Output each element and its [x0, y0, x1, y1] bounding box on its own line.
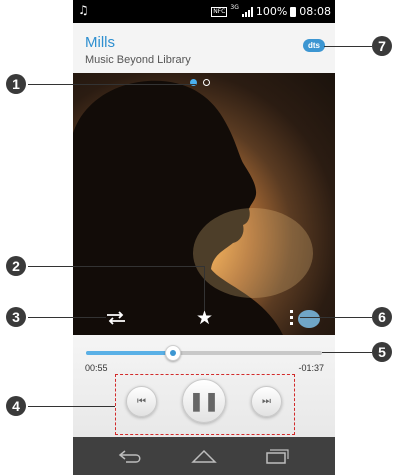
callout-leader-2: [28, 266, 204, 267]
playback-controls: 00:55 -01:37 ⏮ ❚❚ ⏭: [73, 335, 335, 437]
callout-leader-2-vertical: [204, 266, 205, 310]
progress-thumb[interactable]: [165, 345, 182, 361]
nfc-icon: NFC: [211, 6, 228, 17]
music-notification-icon: ♫: [78, 3, 89, 17]
pause-icon: ❚❚: [188, 390, 220, 411]
callout-7: 7: [372, 36, 392, 56]
music-player-screen: ♫ NFC 3G 100% 08:08 Mills Music Beyond L…: [73, 0, 335, 475]
callout-4: 4: [6, 396, 26, 416]
callout-2: 2: [6, 256, 26, 276]
album-name: Music Beyond Library: [85, 54, 191, 66]
favorite-star-icon[interactable]: ★: [196, 309, 213, 328]
progress-track[interactable]: [86, 351, 322, 355]
previous-icon: ⏮: [137, 396, 146, 407]
signal-icon: [241, 6, 253, 17]
previous-button[interactable]: ⏮: [126, 386, 157, 417]
status-bar: ♫ NFC 3G 100% 08:08: [73, 0, 335, 23]
dts-icon[interactable]: dts: [303, 39, 325, 52]
callout-6: 6: [372, 307, 392, 327]
equalizer-icon[interactable]: [298, 310, 320, 328]
remaining-time: -01:37: [298, 363, 324, 373]
recent-apps-icon[interactable]: [261, 447, 291, 465]
battery-icon: [290, 6, 297, 17]
next-icon: ⏭: [262, 396, 271, 407]
elapsed-time: 00:55: [85, 363, 108, 373]
battery-percent: 100%: [255, 5, 288, 18]
page-dot[interactable]: [203, 79, 210, 86]
back-icon[interactable]: [116, 447, 146, 465]
clock: 08:08: [299, 5, 331, 18]
now-playing-header: Mills Music Beyond Library dts: [73, 23, 335, 73]
progress-fill: [86, 351, 174, 355]
callout-leader-7: [324, 46, 372, 47]
callout-3: 3: [6, 307, 26, 327]
repeat-icon[interactable]: [106, 310, 126, 326]
callout-1: 1: [6, 74, 26, 94]
network-type: 3G: [230, 4, 239, 11]
more-options-icon[interactable]: [290, 310, 294, 328]
callout-leader-3: [28, 317, 106, 318]
callout-leader-5: [322, 352, 372, 353]
song-title: Mills: [85, 34, 115, 51]
callout-leader-4: [28, 406, 115, 407]
callout-leader-1: [28, 84, 196, 85]
callout-5: 5: [372, 342, 392, 362]
pause-button[interactable]: ❚❚: [182, 379, 226, 423]
callout-leader-6: [300, 317, 372, 318]
home-icon[interactable]: [189, 447, 219, 465]
navigation-bar: [73, 437, 335, 475]
next-button[interactable]: ⏭: [251, 386, 282, 417]
